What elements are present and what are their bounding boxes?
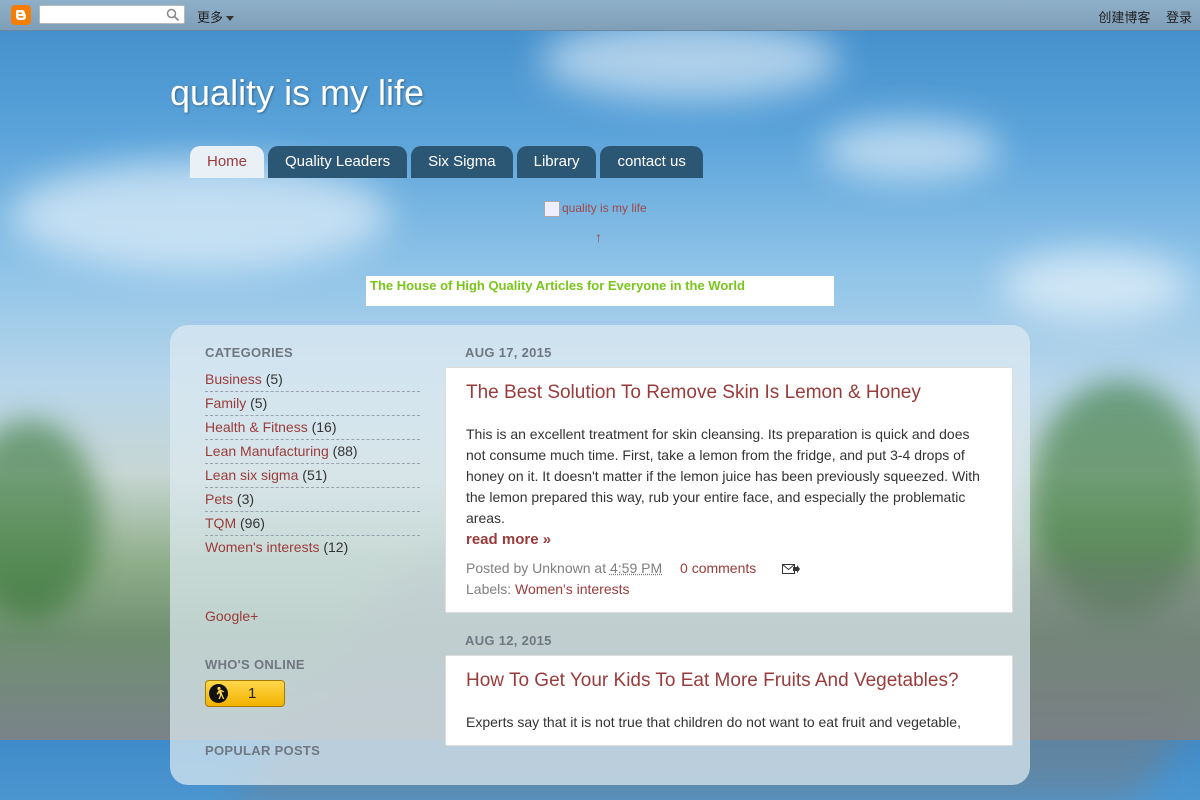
post-title-link[interactable]: How To Get Your Kids To Eat More Fruits … <box>466 670 992 692</box>
category-item: Women's interests (12) <box>205 536 420 559</box>
header-image[interactable]: quality is my life <box>544 201 647 217</box>
post-title-link[interactable]: The Best Solution To Remove Skin Is Lemo… <box>466 382 992 404</box>
category-item: Family (5) <box>205 392 420 416</box>
comments-link[interactable]: 0 comments <box>680 560 756 576</box>
category-item: Business (5) <box>205 368 420 392</box>
walking-person-icon <box>209 684 228 703</box>
post-date: AUG 17, 2015 <box>465 345 552 360</box>
more-menu-label: 更多 <box>197 10 224 25</box>
category-count: (3) <box>236 491 255 507</box>
chevron-down-icon <box>226 16 235 22</box>
category-link[interactable]: Lean six sigma <box>205 467 298 483</box>
more-menu[interactable]: 更多 <box>197 7 235 26</box>
online-count: 1 <box>248 685 257 702</box>
post-snippet: Experts say that it is not true that chi… <box>466 714 961 730</box>
category-link[interactable]: Business <box>205 371 262 387</box>
sidebar: CATEGORIES Business (5) Family (5) Healt… <box>205 345 420 758</box>
category-count: (5) <box>250 395 268 411</box>
category-item: Lean Manufacturing (88) <box>205 440 420 464</box>
bg-cloud <box>1000 250 1190 320</box>
categories-list: Business (5) Family (5) Health & Fitness… <box>205 368 420 559</box>
tagline-text: The House of High Quality Articles for E… <box>370 278 745 293</box>
category-link[interactable]: Lean Manufacturing <box>205 443 329 459</box>
bg-cloud <box>540 20 840 100</box>
page-tabs: Home Quality Leaders Six Sigma Library c… <box>190 146 707 178</box>
label-link[interactable]: Women's interests <box>515 581 629 597</box>
category-link[interactable]: Pets <box>205 491 233 507</box>
category-link[interactable]: TQM <box>205 515 236 531</box>
header-image-alt: quality is my life <box>562 201 647 216</box>
tab-home[interactable]: Home <box>190 146 265 178</box>
labels-prefix: Labels: <box>466 581 512 597</box>
bg-tree <box>0 420 100 620</box>
tab-contact-us[interactable]: contact us <box>600 146 703 178</box>
arrow-up-link[interactable]: ↑ <box>595 229 602 245</box>
post-card: The Best Solution To Remove Skin Is Lemo… <box>445 367 1013 613</box>
category-link[interactable]: Women's interests <box>205 539 319 555</box>
read-more-link[interactable]: read more » <box>466 531 992 548</box>
blogger-logo-icon[interactable] <box>11 5 31 25</box>
category-count: (51) <box>302 467 328 483</box>
tab-six-sigma[interactable]: Six Sigma <box>411 146 513 178</box>
broken-image-icon <box>544 201 560 217</box>
whos-online-title: WHO'S ONLINE <box>205 657 305 672</box>
popular-posts-title: POPULAR POSTS <box>205 743 321 758</box>
tab-library[interactable]: Library <box>516 146 597 178</box>
post-list: AUG 17, 2015 The Best Solution To Remove… <box>445 345 1015 746</box>
google-plus-link[interactable]: Google+ <box>205 608 258 624</box>
category-count: (12) <box>323 539 349 555</box>
create-blog-link[interactable]: 创建博客 <box>1098 10 1150 25</box>
navbar-search[interactable] <box>39 5 185 24</box>
sign-in-link[interactable]: 登录 <box>1166 10 1192 25</box>
bg-cloud <box>820 120 1000 180</box>
post-snippet: This is an excellent treatment for skin … <box>466 426 980 526</box>
category-link[interactable]: Health & Fitness <box>205 419 308 435</box>
category-count: (16) <box>311 419 337 435</box>
posted-by-text: Posted by Unknown at <box>466 560 607 576</box>
online-counter-badge[interactable]: 1 <box>205 680 285 707</box>
search-input[interactable] <box>43 6 167 24</box>
email-post-icon[interactable] <box>782 563 801 575</box>
category-item: Pets (3) <box>205 488 420 512</box>
category-count: (88) <box>332 443 358 459</box>
post-card: How To Get Your Kids To Eat More Fruits … <box>445 655 1013 746</box>
search-icon[interactable] <box>166 8 180 22</box>
category-link[interactable]: Family <box>205 395 246 411</box>
categories-title: CATEGORIES <box>205 345 293 360</box>
blog-title[interactable]: quality is my life <box>170 72 424 114</box>
post-time-link[interactable]: 4:59 PM <box>610 560 662 576</box>
category-item: Lean six sigma (51) <box>205 464 420 488</box>
category-item: Health & Fitness (16) <box>205 416 420 440</box>
post-date: AUG 12, 2015 <box>465 633 552 648</box>
category-count: (5) <box>265 371 283 387</box>
blogger-navbar: 更多 创建博客 登录 <box>0 0 1200 31</box>
tab-quality-leaders[interactable]: Quality Leaders <box>268 146 408 178</box>
navbar-right: 创建博客 登录 <box>1086 7 1192 26</box>
category-count: (96) <box>240 515 265 531</box>
content-panel: CATEGORIES Business (5) Family (5) Healt… <box>170 325 1030 785</box>
category-item: TQM (96) <box>205 512 420 536</box>
tagline-banner: The House of High Quality Articles for E… <box>366 276 834 306</box>
post-footer: Posted by Unknown at 4:59 PM 0 comments … <box>466 558 992 600</box>
